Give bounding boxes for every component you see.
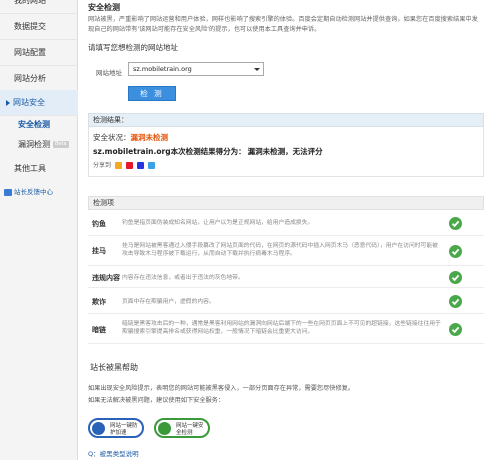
form-label: 请填写您想检测的网站地址 — [88, 43, 178, 52]
result-header: 检测结果： — [88, 113, 484, 127]
hack-types-link[interactable]: Q：被黑类型说明 — [88, 448, 139, 458]
sidebar-item-security-check[interactable]: 安全检测 — [0, 116, 78, 134]
check-icon — [158, 422, 171, 435]
sidebar-item-label: 漏洞检测 — [18, 140, 50, 149]
site-result-value: 漏洞未检测，无法评分 — [247, 147, 323, 156]
help-title: 站长被黑帮助 — [90, 363, 138, 372]
check-button[interactable]: 检 测 — [128, 86, 176, 101]
sidebar-item-vuln-check[interactable]: 漏洞检测 Beta — [0, 136, 78, 154]
share-bar: 分享到 — [93, 160, 155, 169]
url-label: 网站地址 — [96, 69, 122, 77]
sidebar-item-site-config[interactable]: 网站配置 — [0, 40, 78, 66]
status-value: 漏洞未检测 — [130, 133, 169, 142]
sidebar-item-label: 网站安全 — [13, 98, 45, 107]
page-description: 网站被黑，严重影响了网站运营和用户体验，网样也影响了搜索引擎的体验。百度会定期自… — [88, 16, 478, 33]
qzone-icon[interactable] — [114, 162, 122, 169]
main-content: 安全检测 网站被黑，严重影响了网站运营和用户体验，网样也影响了搜索引擎的体验。百… — [84, 0, 484, 460]
sidebar-item-data-submit[interactable]: 数据提交 — [0, 14, 78, 40]
rocket-icon — [92, 422, 105, 435]
security-check-button[interactable]: 网站一键安全检测 — [154, 418, 210, 438]
page-title: 安全检测 — [88, 3, 120, 12]
item-desc: 钓鱼是指页面伪装成知名网站，让用户以为是正规网站，给用户造成损失。 — [122, 220, 314, 226]
check-ok-icon — [449, 271, 462, 284]
item-name: 暗链 — [92, 326, 106, 334]
site-result-line: sz.mobiletrain.org本次检测结果得分为： 漏洞未检测，无法评分 — [93, 146, 323, 157]
check-ok-icon — [449, 217, 462, 230]
tencent-icon[interactable] — [147, 162, 155, 169]
badge-label: 网站一键安全检测 — [176, 423, 204, 436]
check-item-row: 暗链 暗链是黑客攻击后的一种，通常是黑客利用网站的漏洞向网站后端下的一些在网页页… — [88, 314, 484, 344]
help-text: 如果出现安全风险提示，表明您的网站可能被黑客侵入，一部分页面存在异常，需要您尽快… — [88, 385, 355, 392]
beta-badge: Beta — [53, 141, 69, 148]
status-line: 安全状况：漏洞未检测 — [93, 132, 168, 143]
url-select[interactable]: sz.mobiletrain.org — [128, 62, 264, 76]
items-header: 检测项 — [88, 196, 484, 210]
item-name: 挂马 — [92, 247, 106, 255]
sidebar-item-site-security[interactable]: 网站安全 — [0, 90, 78, 116]
item-name: 钓鱼 — [92, 220, 106, 228]
feedback-label: 站长反馈中心 — [14, 188, 53, 196]
status-label: 安全状况： — [93, 133, 131, 142]
item-name: 违规内容 — [92, 274, 120, 282]
feedback-icon — [4, 188, 12, 196]
check-ok-icon — [449, 245, 462, 258]
help-text: 如果无法解决被黑问题，建议使用如下安全服务： — [88, 397, 225, 404]
protect-accelerate-button[interactable]: 网站一键防护加速 — [88, 418, 144, 438]
badge-label: 网站一键防护加速 — [110, 423, 138, 436]
expand-arrow-icon — [6, 99, 10, 106]
item-desc: 内容存在违法信息，或者出于违法的灰色地带。 — [122, 275, 244, 281]
check-ok-icon — [449, 295, 462, 308]
result-box: 安全状况：漏洞未检测 sz.mobiletrain.org本次检测结果得分为：漏… — [88, 127, 484, 177]
check-item-row: 欺诈 页面中存在欺骗用户，虚假的内容。 — [88, 288, 484, 314]
sidebar-item-other-tools[interactable]: 其他工具 — [0, 156, 78, 182]
site-result-label: sz.mobiletrain.org本次检测结果得分为： — [93, 147, 246, 156]
chevron-down-icon — [254, 68, 260, 71]
item-name: 欺诈 — [92, 298, 106, 306]
url-select-value: sz.mobiletrain.org — [133, 65, 192, 73]
check-item-row: 挂马 挂马是网站被黑客通过入侵手段篡改了网站页面的代码，在网页的源代码中插入网页… — [88, 236, 484, 266]
sidebar-item-site-analysis[interactable]: 网站分析 — [0, 66, 78, 92]
sidebar: 我的网站 数据提交 网站配置 网站分析 网站安全 安全检测 漏洞检测 Beta 其… — [0, 0, 78, 460]
baidu-icon[interactable] — [136, 162, 144, 169]
check-item-row: 违规内容 内容存在违法信息，或者出于违法的灰色地带。 — [88, 266, 484, 288]
feedback-center-link[interactable]: 站长反馈中心 — [4, 186, 76, 196]
check-item-row: 钓鱼 钓鱼是指页面伪装成知名网站，让用户以为是正规网站，给用户造成损失。 — [88, 210, 484, 236]
item-desc: 页面中存在欺骗用户，虚假的内容。 — [122, 299, 215, 305]
check-ok-icon — [449, 323, 462, 336]
weibo-icon[interactable] — [125, 162, 133, 169]
item-desc: 挂马是网站被黑客通过入侵手段篡改了网站页面的代码，在网页的源代码中插入网页木马（… — [122, 243, 438, 257]
sidebar-item-my-sites[interactable]: 我的网站 — [0, 0, 78, 14]
share-label: 分享到 — [93, 162, 112, 169]
item-desc: 暗链是黑客攻击后的一种，通常是黑客利用网站的漏洞向网站后端下的一些在网页页面上不… — [122, 321, 441, 335]
